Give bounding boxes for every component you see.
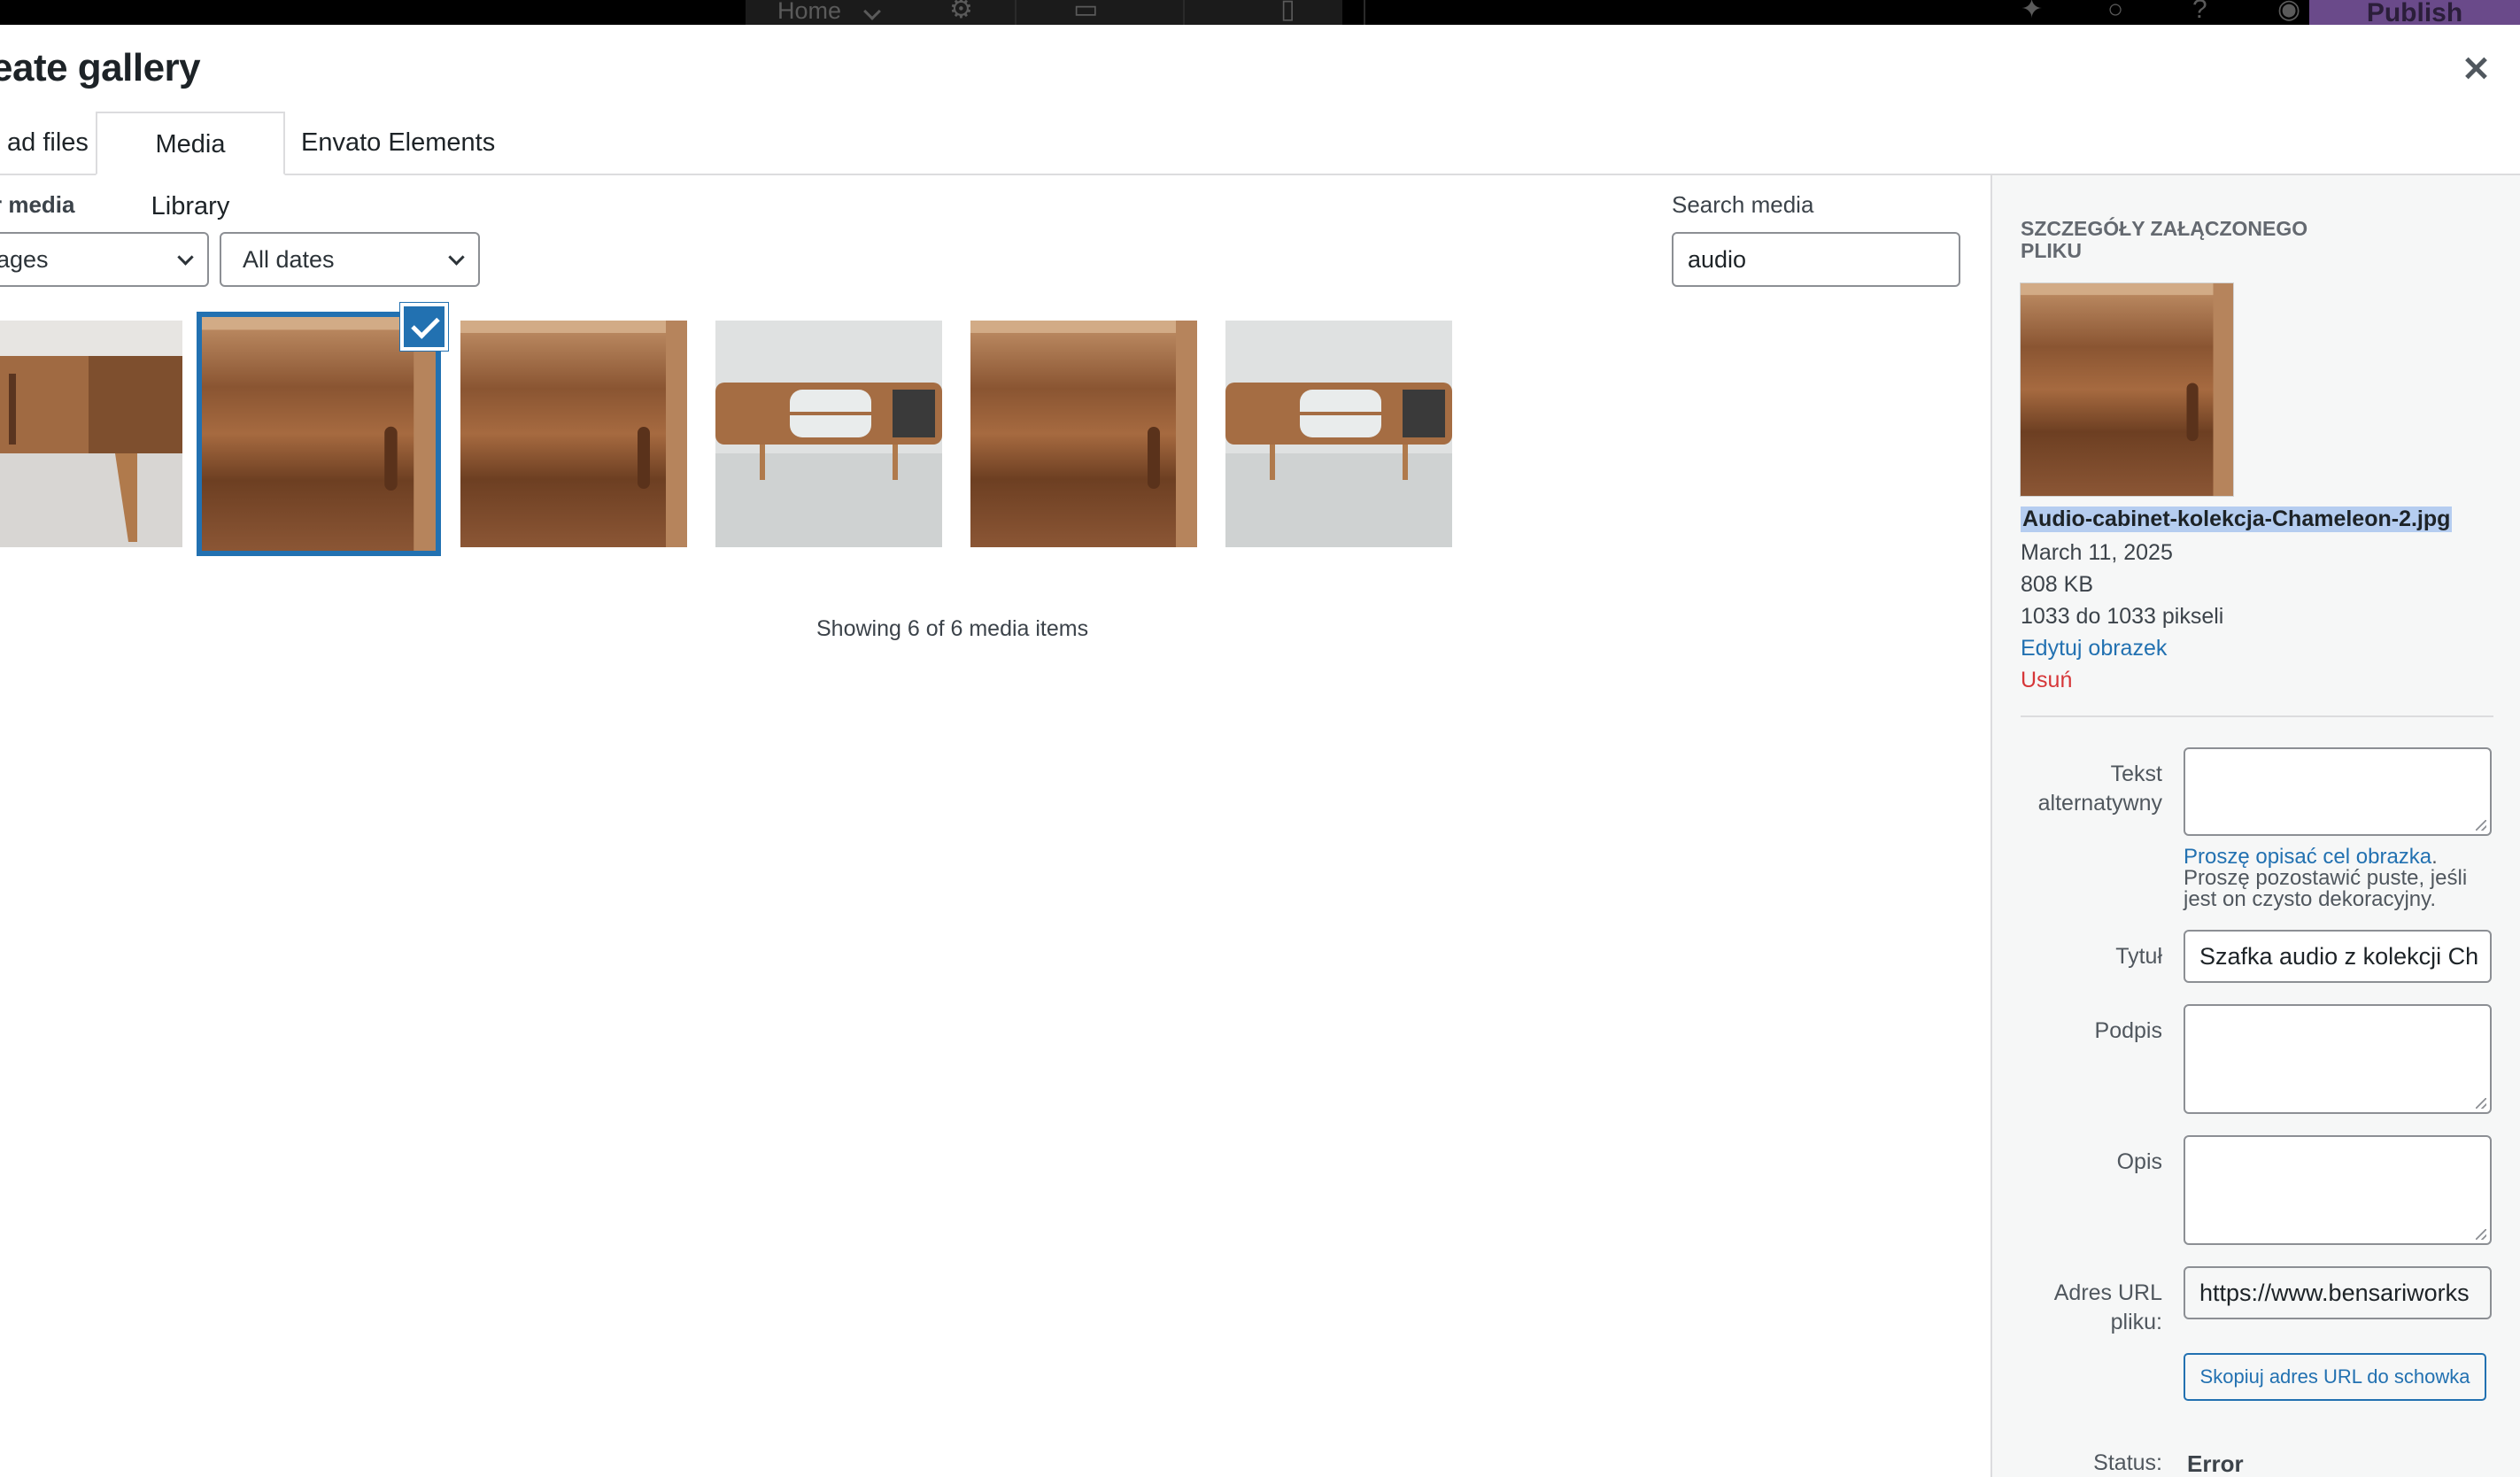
media-type-select[interactable]: ages xyxy=(0,232,209,287)
attachment-dimensions: 1033 do 1033 pikseli xyxy=(2021,604,2224,629)
attachment-preview xyxy=(2021,283,2233,496)
preview-eye-icon[interactable]: ◉ xyxy=(2277,0,2300,23)
pin-icon[interactable]: ✦ xyxy=(2021,0,2043,23)
caption-field[interactable] xyxy=(2184,1004,2492,1114)
search-icon[interactable]: ○ xyxy=(2107,0,2123,23)
file-url-field[interactable]: https://www.bensariworks xyxy=(2184,1266,2492,1319)
media-thumbnail[interactable] xyxy=(970,321,1197,547)
tab-media-library[interactable]: Media Library xyxy=(96,112,285,220)
cabinet-front-image xyxy=(715,321,942,547)
cabinet-closeup-image xyxy=(970,321,1197,547)
media-tabs: ad files Media Library Envato Elements xyxy=(0,112,2520,220)
file-url-label: Adres URL pliku: xyxy=(2053,1280,2162,1334)
cabinet-closeup-image xyxy=(2021,283,2233,496)
tab-upload-files[interactable]: ad files xyxy=(0,112,106,175)
alt-text-help: Proszę opisać cel obrazka. Proszę pozost… xyxy=(2184,847,2502,910)
desktop-view-icon[interactable]: ▭ xyxy=(1073,0,1098,23)
attachment-date: March 11, 2025 xyxy=(2021,540,2173,565)
media-thumbnail[interactable] xyxy=(460,321,687,547)
describe-purpose-link[interactable]: Proszę opisać cel obrazka xyxy=(2184,845,2431,869)
sidebar-divider xyxy=(2021,715,2493,717)
alt-text-label: Tekst alternatywny xyxy=(2037,762,2162,816)
search-media-label: Search media xyxy=(1672,191,1814,218)
tab-envato-elements[interactable]: Envato Elements xyxy=(283,112,513,175)
gear-icon[interactable]: ⚙ xyxy=(949,0,973,23)
description-label: Opis xyxy=(2116,1149,2162,1174)
close-icon[interactable] xyxy=(2460,53,2492,85)
media-count-status: Showing 6 of 6 media items xyxy=(816,616,1089,641)
cabinet-front-image xyxy=(1225,321,1452,547)
mobile-view-icon[interactable]: ▯ xyxy=(1280,0,1295,23)
chevron-down-icon xyxy=(448,249,465,266)
attachment-filename: Audio-cabinet-kolekcja-Chameleon-2.jpg xyxy=(2021,507,2453,532)
edit-image-link[interactable]: Edytuj obrazek xyxy=(2021,636,2167,661)
toolbar-divider xyxy=(1015,0,1017,25)
cabinet-side-image xyxy=(0,321,182,547)
attachment-details-heading: SZCZEGÓŁY ZAŁĄCZONEGO PLIKU xyxy=(2021,217,2308,262)
copy-url-button[interactable]: Skopiuj adres URL do schowka xyxy=(2184,1353,2486,1401)
description-field[interactable] xyxy=(2184,1135,2492,1245)
chevron-down-icon xyxy=(177,249,194,266)
title-field[interactable]: Szafka audio z kolekcji Ch xyxy=(2184,930,2492,983)
cabinet-closeup-image xyxy=(460,321,687,547)
toolbar-divider xyxy=(1183,0,1185,25)
date-filter-select[interactable]: All dates xyxy=(220,232,480,287)
media-thumbnail[interactable] xyxy=(1225,321,1452,547)
media-type-value: ages xyxy=(0,246,49,273)
toolbar-divider xyxy=(1364,0,1365,25)
filter-media-label: r media xyxy=(0,191,75,218)
search-media-input[interactable] xyxy=(1672,232,1960,287)
selected-check-icon[interactable] xyxy=(400,303,448,351)
media-thumbnail[interactable] xyxy=(0,321,182,547)
media-thumbnail[interactable] xyxy=(715,321,942,547)
attachment-size: 808 KB xyxy=(2021,572,2094,597)
home-dropdown[interactable]: Home xyxy=(777,0,841,25)
delete-link[interactable]: Usuń xyxy=(2021,668,2072,693)
help-icon[interactable]: ? xyxy=(2192,0,2207,23)
status-label: Status: xyxy=(2093,1450,2162,1475)
status-value: Error xyxy=(2187,1450,2244,1477)
publish-button[interactable]: Publish xyxy=(2309,0,2520,25)
cabinet-closeup-image xyxy=(202,317,436,551)
admin-top-bar: Home ⚙ ▭ ▯ ✦ ○ ? ◉ Publish xyxy=(0,0,2520,25)
date-filter-value: All dates xyxy=(243,246,335,273)
title-label: Tytuł xyxy=(2115,944,2162,969)
caption-label: Podpis xyxy=(2094,1018,2162,1043)
modal-title: eate gallery xyxy=(0,46,201,89)
alt-text-field[interactable] xyxy=(2184,747,2492,836)
